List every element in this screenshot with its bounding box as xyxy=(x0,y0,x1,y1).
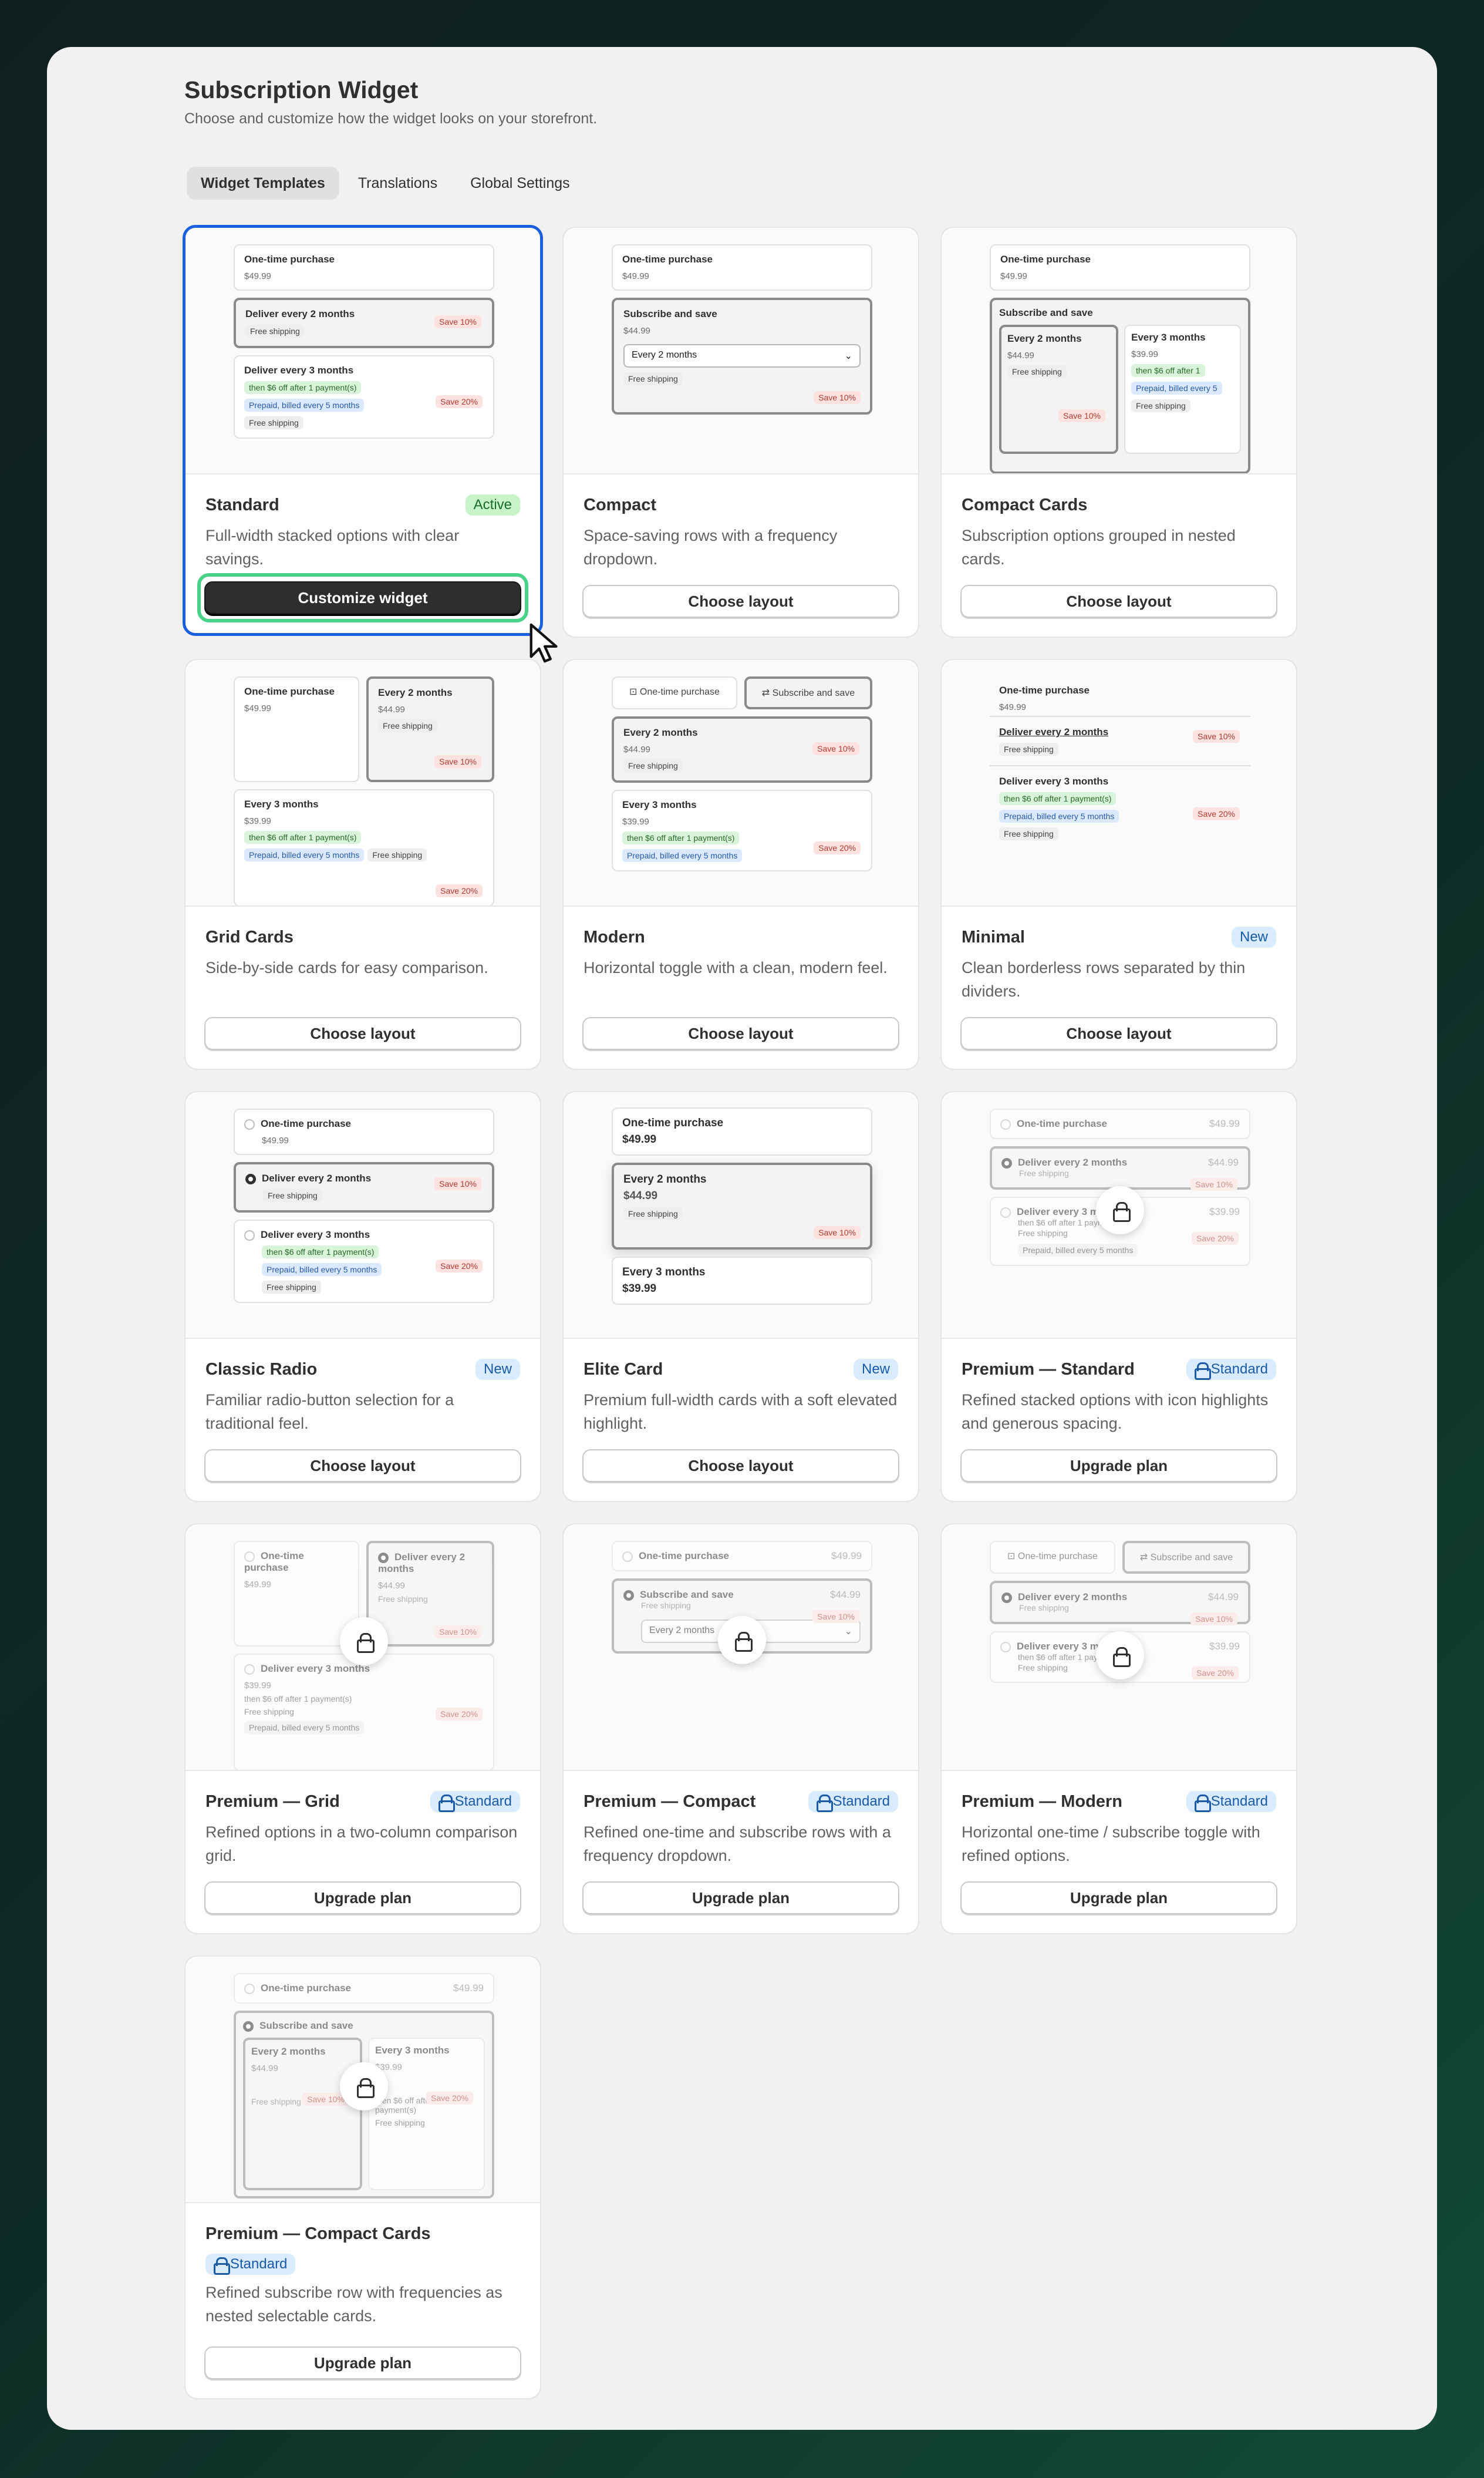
template-name: Modern xyxy=(584,927,645,947)
template-card-classic-radio[interactable]: One-time purchase $49.99 Deliver every 2 … xyxy=(184,1091,541,1502)
template-name: Classic Radio xyxy=(205,1359,318,1379)
template-preview: One-time purchase $49.99 Subscribe and sa… xyxy=(186,1957,540,2203)
template-description: Refined options in a two-column comparis… xyxy=(205,1823,518,1864)
template-description: Refined subscribe row with frequencies a… xyxy=(205,2284,502,2325)
template-card-premium-compact-cards[interactable]: One-time purchase $49.99 Subscribe and sa… xyxy=(184,1955,541,2399)
template-card-compact-cards[interactable]: One-time purchase $49.99 Subscribe and sa… xyxy=(940,227,1297,638)
choose-layout-button[interactable]: Choose layout xyxy=(960,585,1277,618)
lock-icon xyxy=(340,2062,388,2110)
template-preview: One-time purchase $49.99 Deliver every 2 … xyxy=(186,228,540,474)
upgrade-plan-button[interactable]: Upgrade plan xyxy=(960,1881,1277,1914)
tab-global-settings[interactable]: Global Settings xyxy=(456,167,584,200)
template-description: Full-width stacked options with clear sa… xyxy=(205,527,460,568)
choose-layout-button[interactable]: Choose layout xyxy=(582,1017,899,1050)
template-name: Compact xyxy=(584,495,657,514)
lock-icon xyxy=(1096,1631,1144,1679)
template-preview: ⊡ One-time purchase ⇄ Subscribe and save… xyxy=(564,660,918,907)
template-name: Grid Cards xyxy=(205,927,294,947)
template-description: Subscription options grouped in nested c… xyxy=(962,527,1236,568)
new-badge: New xyxy=(475,1359,520,1380)
mouse-cursor-icon xyxy=(529,623,558,663)
template-preview: One-time purchase $49.99 Deliver every 2 … xyxy=(186,1524,540,1771)
template-preview: One-time purchase $49.99 Deliver every 2 … xyxy=(942,1092,1296,1339)
template-description: Refined one-time and subscribe rows with… xyxy=(584,1823,891,1864)
template-name: Premium — Standard xyxy=(962,1359,1135,1379)
template-preview: One-time purchase $49.99 Subscribe and sa… xyxy=(564,1524,918,1771)
template-preview: One-time purchase $49.99 Every 2 months $4… xyxy=(186,660,540,907)
template-card-standard[interactable]: One-time purchase $49.99 Deliver every 2 … xyxy=(183,225,558,663)
template-preview: One-time purchase $49.99 Subscribe and sa… xyxy=(942,228,1296,474)
template-description: Side-by-side cards for easy comparison. xyxy=(205,959,488,977)
choose-layout-button[interactable]: Choose layout xyxy=(204,1017,521,1050)
template-description: Clean borderless rows separated by thin … xyxy=(962,959,1246,1000)
template-card-minimal[interactable]: One-time purchase $49.99 Deliver every 2 … xyxy=(940,659,1297,1070)
tab-widget-templates[interactable]: Widget Templates xyxy=(187,167,339,200)
template-card-compact[interactable]: One-time purchase $49.99 Subscribe and sa… xyxy=(562,227,919,638)
lock-icon xyxy=(214,2257,230,2275)
template-preview: One-time purchase $49.99 Deliver every 2 … xyxy=(942,660,1296,907)
page-title: Subscription Widget xyxy=(184,76,419,103)
new-badge: New xyxy=(853,1359,898,1380)
upgrade-plan-button[interactable]: Upgrade plan xyxy=(582,1881,899,1914)
template-name: Premium — Compact Cards xyxy=(205,2224,431,2243)
choose-layout-button[interactable]: Choose layout xyxy=(582,585,899,618)
app-window: Subscription Widget Choose and customize… xyxy=(47,47,1437,2430)
template-name: Standard xyxy=(205,495,279,514)
template-name: Elite Card xyxy=(584,1359,663,1379)
lock-icon xyxy=(438,1794,455,1812)
template-description: Horizontal toggle with a clean, modern f… xyxy=(584,959,888,977)
plan-badge: Standard xyxy=(205,2254,296,2275)
template-name: Premium — Grid xyxy=(205,1792,340,1811)
tab-translations[interactable]: Translations xyxy=(344,167,451,200)
template-card-premium-standard[interactable]: One-time purchase $49.99 Deliver every 2 … xyxy=(940,1091,1297,1502)
template-name: Minimal xyxy=(962,927,1025,947)
template-description: Refined stacked options with icon highli… xyxy=(962,1391,1269,1432)
template-card-grid-cards[interactable]: One-time purchase $49.99 Every 2 months $4… xyxy=(184,659,541,1070)
lock-icon xyxy=(718,1616,766,1664)
choose-layout-button[interactable]: Choose layout xyxy=(582,1449,899,1482)
plan-badge: Standard xyxy=(1186,1359,1276,1380)
template-preview: One-time purchase $49.99 Every 2 months $4… xyxy=(564,1092,918,1339)
template-name: Premium — Compact xyxy=(584,1792,756,1811)
lock-icon xyxy=(1194,1794,1211,1812)
template-card-premium-modern[interactable]: ⊡ One-time purchase ⇄ Subscribe and save… xyxy=(940,1523,1297,1934)
tab-bar: Widget Templates Translations Global Set… xyxy=(187,167,584,200)
template-description: Space-saving rows with a frequency dropd… xyxy=(584,527,838,568)
plan-badge: Standard xyxy=(430,1791,520,1812)
template-card-modern[interactable]: ⊡ One-time purchase ⇄ Subscribe and save… xyxy=(562,659,919,1070)
choose-layout-button[interactable]: Choose layout xyxy=(960,1017,1277,1050)
plan-badge: Standard xyxy=(808,1791,898,1812)
template-card-elite-card[interactable]: One-time purchase $49.99 Every 2 months $4… xyxy=(562,1091,919,1502)
template-name: Premium — Modern xyxy=(962,1792,1122,1811)
choose-layout-button[interactable]: Choose layout xyxy=(204,1449,521,1482)
customize-widget-button[interactable]: Customize widget xyxy=(204,581,521,614)
template-card-premium-grid[interactable]: One-time purchase $49.99 Deliver every 2 … xyxy=(184,1523,541,1934)
template-card-premium-compact[interactable]: One-time purchase $49.99 Subscribe and sa… xyxy=(562,1523,919,1934)
page-subtitle: Choose and customize how the widget look… xyxy=(184,110,598,127)
lock-icon xyxy=(816,1794,833,1812)
upgrade-plan-button[interactable]: Upgrade plan xyxy=(204,1881,521,1914)
template-preview: ⊡ One-time purchase ⇄ Subscribe and save… xyxy=(942,1524,1296,1771)
template-description: Horizontal one-time / subscribe toggle w… xyxy=(962,1823,1260,1864)
lock-icon xyxy=(1096,1186,1144,1234)
template-preview: One-time purchase $49.99 Subscribe and sa… xyxy=(564,228,918,474)
new-badge: New xyxy=(1231,927,1276,948)
template-name: Compact Cards xyxy=(962,495,1088,514)
plan-badge: Standard xyxy=(1186,1791,1276,1812)
lock-icon xyxy=(340,1617,388,1665)
upgrade-plan-button[interactable]: Upgrade plan xyxy=(204,2346,521,2379)
template-preview: One-time purchase $49.99 Deliver every 2 … xyxy=(186,1092,540,1339)
lock-icon xyxy=(1194,1362,1211,1380)
template-grid: One-time purchase $49.99 Deliver every 2 … xyxy=(183,225,1297,2399)
upgrade-plan-button[interactable]: Upgrade plan xyxy=(960,1449,1277,1482)
template-description: Premium full-width cards with a soft ele… xyxy=(584,1391,898,1432)
template-description: Familiar radio-button selection for a tr… xyxy=(205,1391,454,1432)
status-badge: Active xyxy=(465,494,520,516)
